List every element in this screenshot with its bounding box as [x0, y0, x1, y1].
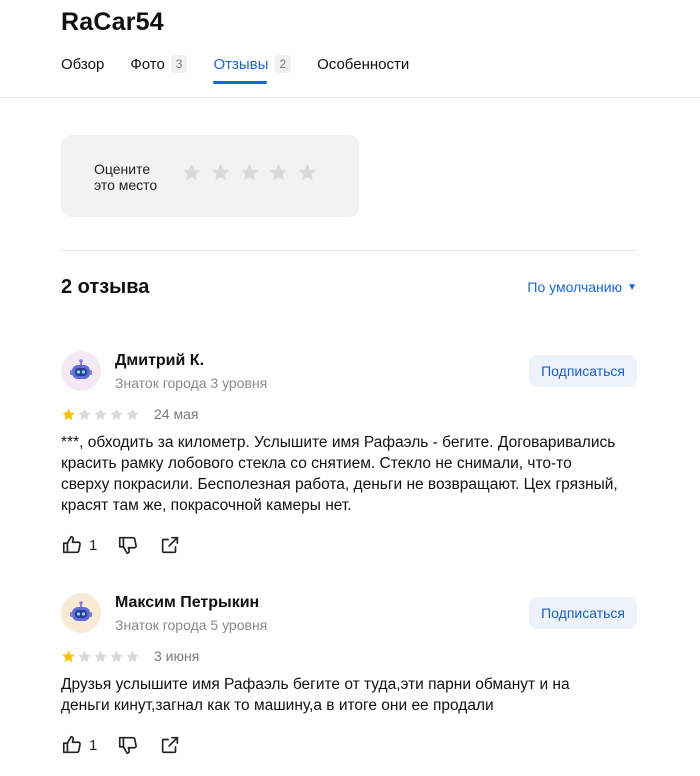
rate-star-icon[interactable]: [239, 162, 260, 183]
robot-avatar-icon: [70, 601, 92, 621]
avatar[interactable]: [61, 351, 101, 391]
rate-place-label: Оцените это место: [94, 161, 158, 193]
review-text: Друзья услышите имя Рафаэль бегите от ту…: [61, 676, 570, 714]
review-date: 3 июня: [154, 648, 200, 664]
review-card: Дмитрий К. Знаток города 3 уровня Подпис…: [61, 351, 637, 561]
reviews-count-heading: 2 отзыва: [61, 276, 150, 298]
star-empty-icon: [125, 649, 140, 664]
author-level: Знаток города 3 уровня: [115, 375, 268, 391]
rate-star-icon[interactable]: [181, 162, 202, 183]
like-button[interactable]: 1: [61, 734, 97, 756]
avatar[interactable]: [61, 593, 101, 633]
star-empty-icon: [109, 407, 124, 422]
review-rating: 24 мая: [61, 406, 198, 422]
sort-label: По умолчанию: [527, 279, 623, 295]
review-author[interactable]: Максим Петрыкин: [115, 594, 259, 612]
dislike-button[interactable]: [117, 734, 139, 756]
tab-label: Фото: [130, 55, 165, 73]
thumbs-up-icon: [61, 534, 83, 556]
tab-count-badge: 3: [170, 55, 188, 73]
tab-features[interactable]: Особенности: [317, 54, 409, 74]
rate-place-panel: Оцените это место: [61, 135, 359, 217]
review-card: Максим Петрыкин Знаток города 5 уровня П…: [61, 593, 637, 763]
subscribe-button[interactable]: Подписаться: [529, 597, 637, 629]
tab-overview[interactable]: Обзор: [61, 54, 104, 74]
star-empty-icon: [93, 407, 108, 422]
rate-star-icon[interactable]: [210, 162, 231, 183]
section-divider: [61, 250, 637, 251]
star-empty-icon: [77, 649, 92, 664]
review-author[interactable]: Дмитрий К.: [115, 352, 204, 370]
review-date: 24 мая: [154, 406, 199, 422]
star-filled-icon: [61, 649, 76, 664]
thumbs-down-icon: [117, 734, 139, 756]
share-button[interactable]: [159, 734, 181, 756]
share-icon: [159, 534, 181, 556]
tab-bar: Обзор Фото 3 Отзывы 2 Особенности: [61, 54, 435, 84]
author-level: Знаток города 5 уровня: [115, 617, 268, 633]
tab-reviews[interactable]: Отзывы 2: [213, 54, 292, 84]
share-button[interactable]: [159, 534, 181, 556]
like-count: 1: [89, 536, 98, 554]
rate-star-icon[interactable]: [268, 162, 289, 183]
star-filled-icon: [61, 407, 76, 422]
header-divider: [0, 97, 700, 98]
star-empty-icon: [77, 407, 92, 422]
dislike-button[interactable]: [117, 534, 139, 556]
tab-count-badge: 2: [274, 55, 292, 73]
share-icon: [159, 734, 181, 756]
robot-avatar-icon: [70, 359, 92, 379]
review-actions: 1: [61, 534, 201, 556]
star-empty-icon: [125, 407, 140, 422]
like-count: 1: [89, 736, 98, 754]
tab-label: Обзор: [61, 55, 105, 73]
star-empty-icon: [109, 649, 124, 664]
star-empty-icon: [93, 649, 108, 664]
tab-label: Особенности: [317, 55, 410, 73]
caret-down-icon: ▼: [627, 281, 637, 293]
review-actions: 1: [61, 734, 201, 756]
tab-photos[interactable]: Фото 3: [130, 54, 188, 74]
rating-stars: [61, 649, 141, 664]
rate-stars: [181, 162, 326, 183]
rating-stars: [61, 407, 141, 422]
sort-dropdown[interactable]: По умолчанию ▼: [527, 279, 637, 295]
review-rating: 3 июня: [61, 648, 199, 664]
tab-label: Отзывы: [213, 55, 269, 73]
page-title: RaCar54: [61, 8, 164, 36]
thumbs-down-icon: [117, 534, 139, 556]
subscribe-button[interactable]: Подписаться: [529, 355, 637, 387]
thumbs-up-icon: [61, 734, 83, 756]
review-text: ***, обходить за километр. Услышите имя …: [61, 434, 618, 514]
rate-star-icon[interactable]: [297, 162, 318, 183]
like-button[interactable]: 1: [61, 534, 97, 556]
